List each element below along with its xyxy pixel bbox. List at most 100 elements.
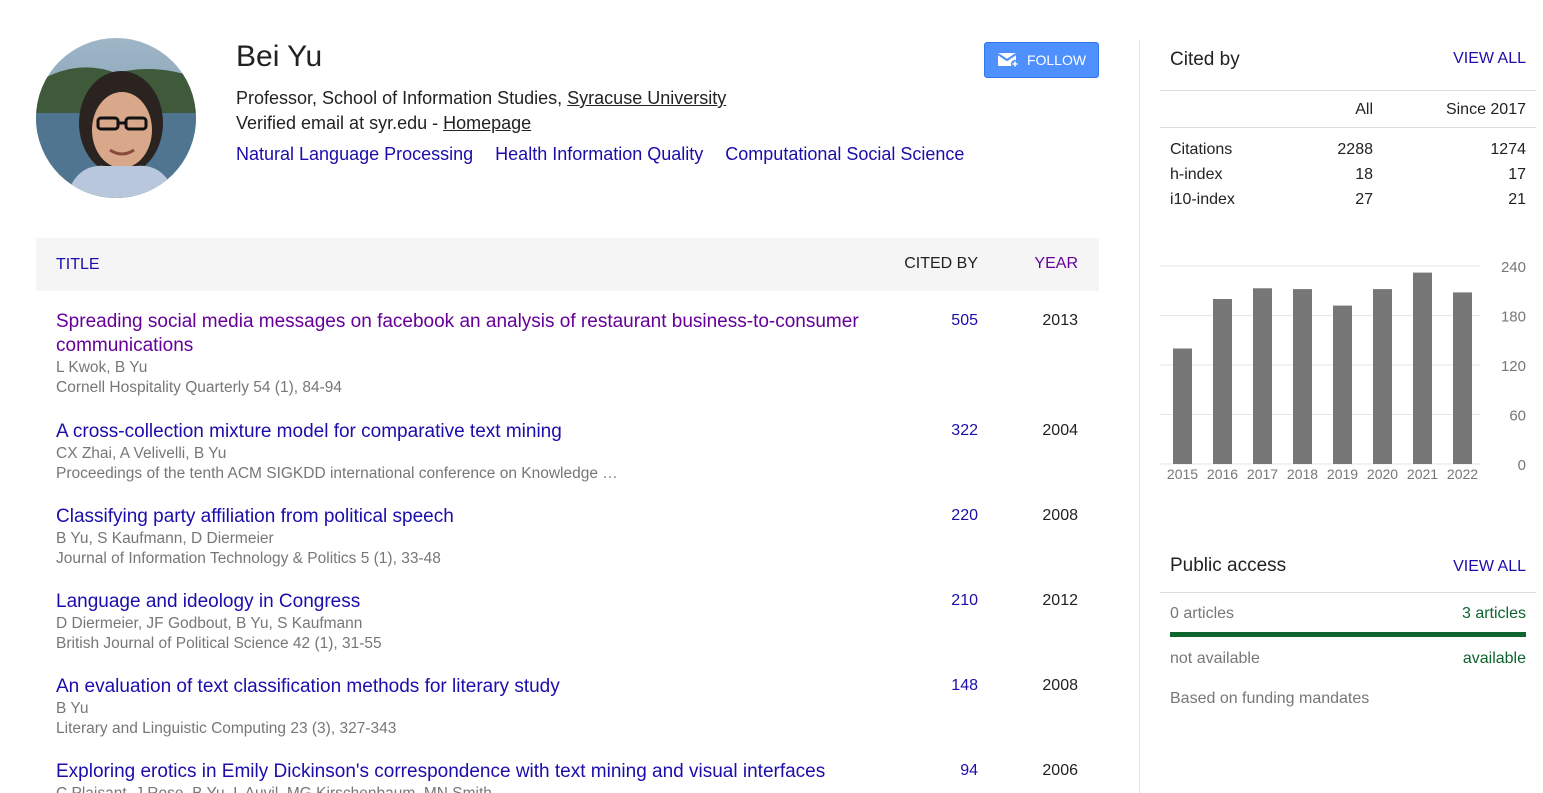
article-year: 2012: [1042, 592, 1078, 609]
not-available-count: 0 articles: [1170, 605, 1235, 622]
interests-list: Natural Language Processing Health Infor…: [236, 144, 981, 165]
citation-table-header: All Since 2017: [1160, 90, 1536, 128]
citation-row: h-index 18 17: [1160, 166, 1536, 191]
affiliation-text: Professor, School of Information Studies…: [236, 88, 568, 108]
article-venue: Journal of Information Technology & Poli…: [56, 550, 441, 567]
y-tick-label: 180: [1501, 309, 1526, 326]
metric-label-link[interactable]: h-index: [1170, 166, 1222, 184]
chart-bar[interactable]: [1213, 299, 1232, 464]
article-title-link[interactable]: An evaluation of text classification met…: [56, 675, 876, 699]
metric-label-link[interactable]: Citations: [1170, 141, 1232, 159]
chart-bar[interactable]: [1453, 292, 1472, 464]
divider: [1160, 592, 1536, 593]
interest-link[interactable]: Health Information Quality: [495, 144, 703, 164]
article-year: 2006: [1042, 762, 1078, 779]
chart-bar[interactable]: [1173, 348, 1192, 465]
public-access-heading: Public access: [1170, 555, 1287, 576]
interest-link[interactable]: Computational Social Science: [725, 144, 964, 164]
citations-per-year-chart: 0 60 120 180 240 2015 2016 2017 2018 2019 2020 2021…: [1160, 259, 1526, 482]
article-year: 2013: [1042, 312, 1078, 329]
cited-by-count-link[interactable]: 322: [951, 422, 978, 440]
email-icon: [997, 53, 1019, 68]
funding-mandates-note: Based on funding mandates: [1170, 690, 1370, 707]
public-access-progress-bar: [1170, 632, 1526, 637]
cited-by-count-link[interactable]: 148: [951, 677, 978, 695]
article-year: 2008: [1042, 677, 1078, 694]
profile-photo: [36, 38, 196, 198]
follow-label: FOLLOW: [1026, 52, 1087, 68]
cited-by-column-header: CITED BY: [904, 255, 978, 272]
article-authors: CX Zhai, A Velivelli, B Yu: [56, 445, 227, 462]
affiliation-link[interactable]: Syracuse University: [567, 88, 726, 108]
metric-label-link[interactable]: i10-index: [1170, 191, 1235, 209]
public-access-view-all-link[interactable]: VIEW ALL: [1453, 558, 1526, 576]
article-venue: British Journal of Political Science 42 …: [56, 635, 382, 652]
interest-link[interactable]: Natural Language Processing: [236, 144, 473, 164]
chart-bar[interactable]: [1373, 289, 1392, 464]
article-authors: B Yu, S Kaufmann, D Diermeier: [56, 530, 274, 547]
available-count: 3 articles: [1461, 605, 1526, 622]
homepage-link[interactable]: Homepage: [443, 113, 531, 133]
cited-by-count-link[interactable]: 220: [951, 507, 978, 525]
article-year: 2008: [1042, 507, 1078, 524]
cited-by-count-link[interactable]: 505: [951, 312, 978, 330]
chart-bar[interactable]: [1253, 288, 1272, 464]
cited-by-count-link[interactable]: 210: [951, 592, 978, 610]
article-venue: Cornell Hospitality Quarterly 54 (1), 84…: [56, 379, 343, 396]
article-venue: Proceedings of the tenth ACM SIGKDD inte…: [56, 465, 618, 482]
available-label: available: [1462, 650, 1526, 667]
article-authors: C Plaisant, J Rose, B Yu, L Auvil, MG Ki…: [56, 784, 1099, 793]
x-tick-label: 2019: [1327, 466, 1358, 482]
metric-all: 2288: [1337, 141, 1373, 158]
chart-bar[interactable]: [1333, 305, 1352, 464]
y-tick-label: 120: [1501, 358, 1526, 375]
x-tick-label: 2016: [1207, 466, 1238, 482]
y-tick-label: 0: [1518, 457, 1526, 474]
chart-bar[interactable]: [1413, 272, 1432, 464]
profile-affiliation: Professor, School of Information Studies…: [236, 88, 726, 109]
table-row: Language and ideology in Congress D Dier…: [56, 590, 1099, 654]
x-tick-label: 2022: [1447, 466, 1478, 482]
y-tick-label: 60: [1509, 408, 1526, 425]
profile-email: Verified email at syr.edu - Homepage: [236, 113, 531, 134]
citation-row: Citations 2288 1274: [1160, 141, 1536, 166]
column-divider: [1139, 40, 1140, 793]
metric-since: 17: [1508, 166, 1526, 183]
metric-all: 18: [1355, 166, 1373, 183]
col-since-header: Since 2017: [1445, 101, 1526, 118]
metric-since: 1274: [1490, 141, 1526, 158]
follow-button[interactable]: FOLLOW: [984, 42, 1099, 78]
sort-by-year[interactable]: YEAR: [1034, 255, 1078, 273]
col-all-header: All: [1355, 101, 1373, 118]
y-tick-label: 240: [1501, 259, 1526, 276]
metric-all: 27: [1355, 191, 1373, 208]
cited-by-heading: Cited by: [1170, 49, 1240, 70]
articles-table-header: TITLE CITED BY YEAR: [36, 238, 1099, 291]
article-title-link[interactable]: Language and ideology in Congress: [56, 590, 876, 614]
table-row: Exploring erotics in Emily Dickinson's c…: [56, 760, 1099, 793]
x-tick-label: 2017: [1247, 466, 1278, 482]
sort-by-title[interactable]: TITLE: [56, 256, 100, 274]
table-row: A cross-collection mixture model for com…: [56, 420, 1099, 484]
citation-row: i10-index 27 21: [1160, 191, 1536, 216]
x-tick-label: 2021: [1407, 466, 1438, 482]
article-authors: D Diermeier, JF Godbout, B Yu, S Kaufman…: [56, 615, 363, 632]
chart-bar[interactable]: [1293, 289, 1312, 464]
table-row: Classifying party affiliation from polit…: [56, 505, 1099, 569]
profile-name: Bei Yu: [236, 40, 323, 73]
article-title-link[interactable]: A cross-collection mixture model for com…: [56, 420, 876, 444]
article-title-link[interactable]: Classifying party affiliation from polit…: [56, 505, 876, 529]
citation-metrics-table: All Since 2017 Citations 2288 1274 h-ind…: [1160, 90, 1536, 216]
cited-by-count-link[interactable]: 94: [960, 762, 978, 780]
cited-by-view-all-link[interactable]: VIEW ALL: [1453, 50, 1526, 68]
table-row: An evaluation of text classification met…: [56, 675, 1099, 739]
article-authors: L Kwok, B Yu: [56, 359, 148, 376]
article-title-link[interactable]: Spreading social media messages on faceb…: [56, 310, 876, 358]
article-venue: Literary and Linguistic Computing 23 (3)…: [56, 720, 397, 737]
metric-since: 21: [1508, 191, 1526, 208]
x-tick-label: 2018: [1287, 466, 1318, 482]
x-tick-label: 2020: [1367, 466, 1398, 482]
article-year: 2004: [1042, 422, 1078, 439]
article-title-link[interactable]: Exploring erotics in Emily Dickinson's c…: [56, 760, 936, 784]
table-row: Spreading social media messages on faceb…: [56, 310, 1099, 398]
